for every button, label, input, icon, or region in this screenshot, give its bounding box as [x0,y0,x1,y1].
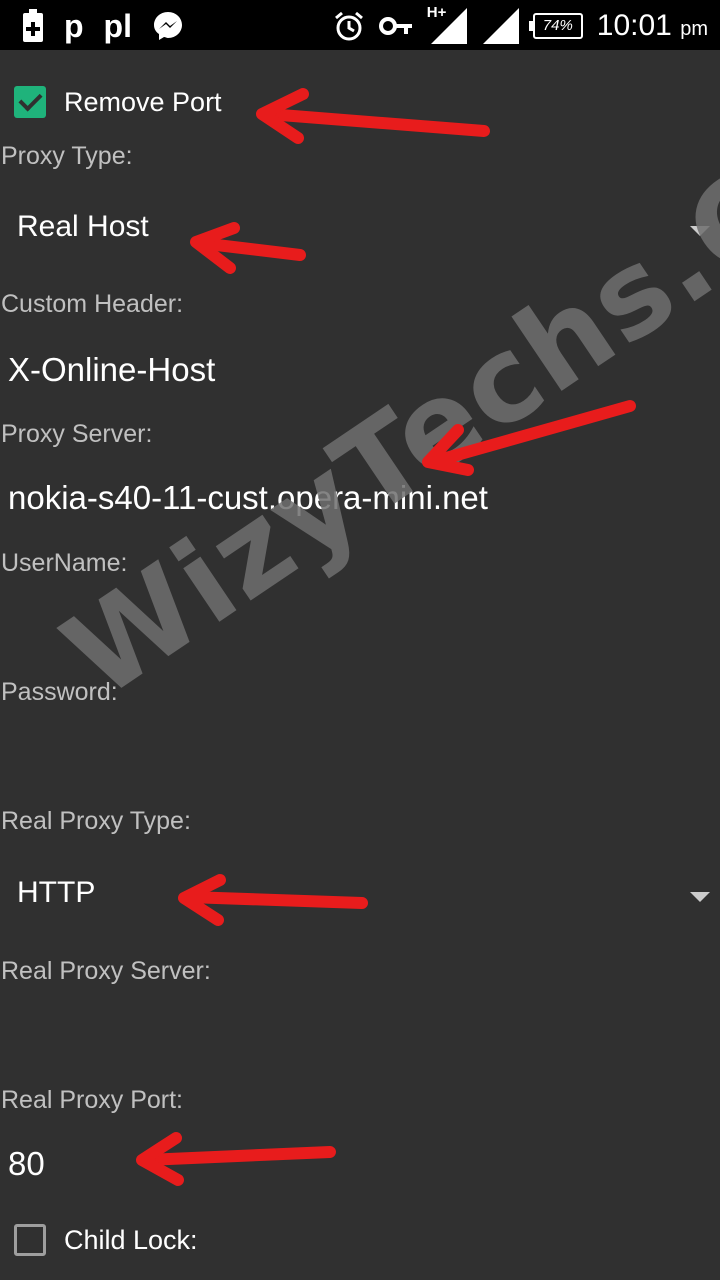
password-input[interactable] [0,730,720,786]
clock: 10:01 pm [597,9,708,43]
proxy-type-value: Real Host [17,210,149,243]
custom-header-input[interactable] [0,342,720,398]
child-lock-row[interactable]: Child Lock: [14,1224,198,1256]
proxy-type-label: Proxy Type: [1,142,133,170]
clock-time: 10:01 [596,9,672,42]
dropdown-arrow-icon [690,892,710,902]
p-download-icon: pl [103,8,132,44]
custom-header-label: Custom Header: [1,290,184,318]
battery-saver-icon [23,9,43,42]
password-label: Password: [1,678,118,706]
child-lock-label: Child Lock: [64,1224,198,1255]
dropdown-arrow-icon [690,226,710,236]
real-proxy-type-dropdown[interactable]: HTTP [0,866,720,926]
signal-2-icon [482,8,519,44]
alarm-icon [334,11,363,41]
remove-port-checkbox[interactable] [14,86,46,118]
real-proxy-server-label: Real Proxy Server: [1,957,211,985]
real-proxy-type-label: Real Proxy Type: [1,807,191,835]
clock-ampm: pm [680,18,708,40]
username-input[interactable] [0,600,720,656]
proxy-server-label: Proxy Server: [1,420,153,448]
messenger-icon [153,12,182,40]
remove-port-row[interactable]: Remove Port [14,86,222,118]
status-bar: p pl H+ 74% 10:01 pm [0,0,720,50]
status-bar-right: H+ 74% 10:01 pm [333,4,708,46]
real-proxy-type-value: HTTP [17,876,96,909]
network-type-label: H+ [426,4,447,21]
battery-icon: 74% [528,13,583,39]
username-label: UserName: [1,549,128,577]
key-icon [378,17,412,35]
signal-icon: H+ [427,4,467,44]
real-proxy-server-input[interactable] [0,1008,720,1064]
child-lock-checkbox[interactable] [14,1224,46,1256]
settings-form: Remove Port Proxy Type: Real Host Custom… [0,50,720,1280]
p-icon: p [64,8,84,44]
status-bar-left: p pl [22,8,184,44]
proxy-type-dropdown[interactable]: Real Host [0,200,720,260]
remove-port-label: Remove Port [64,86,222,117]
proxy-server-input[interactable] [0,470,720,526]
real-proxy-port-input[interactable] [0,1136,720,1192]
real-proxy-port-label: Real Proxy Port: [1,1086,184,1114]
